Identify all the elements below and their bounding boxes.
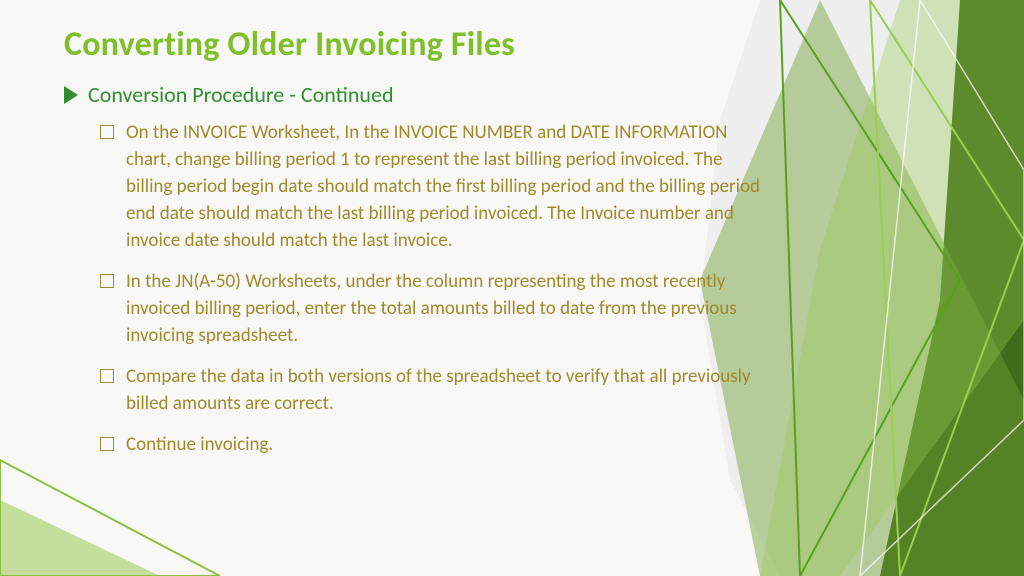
list-item: Continue invoicing. [100,432,824,459]
subheading-text: Conversion Procedure - Continued [88,81,394,108]
slide-title: Converting Older Invoicing Files [64,24,824,65]
item-text: On the INVOICE Worksheet, In the INVOICE… [126,120,766,255]
list-item: Compare the data in both versions of the… [100,364,824,418]
content-area: Converting Older Invoicing Files Convers… [0,0,1024,497]
checkbox-bullet-icon [100,274,114,288]
checkbox-bullet-icon [100,125,114,139]
item-text: In the JN(A-50) Worksheets, under the co… [126,269,766,350]
item-text: Compare the data in both versions of the… [126,364,766,418]
checkbox-bullet-icon [100,437,114,451]
subheading-row: Conversion Procedure - Continued [64,81,824,108]
checkbox-bullet-icon [100,369,114,383]
slide: Converting Older Invoicing Files Convers… [0,0,1024,576]
item-list: On the INVOICE Worksheet, In the INVOICE… [100,120,824,459]
list-item: In the JN(A-50) Worksheets, under the co… [100,269,824,350]
list-item: On the INVOICE Worksheet, In the INVOICE… [100,120,824,255]
item-text: Continue invoicing. [126,432,273,459]
triangle-bullet-icon [64,86,78,104]
